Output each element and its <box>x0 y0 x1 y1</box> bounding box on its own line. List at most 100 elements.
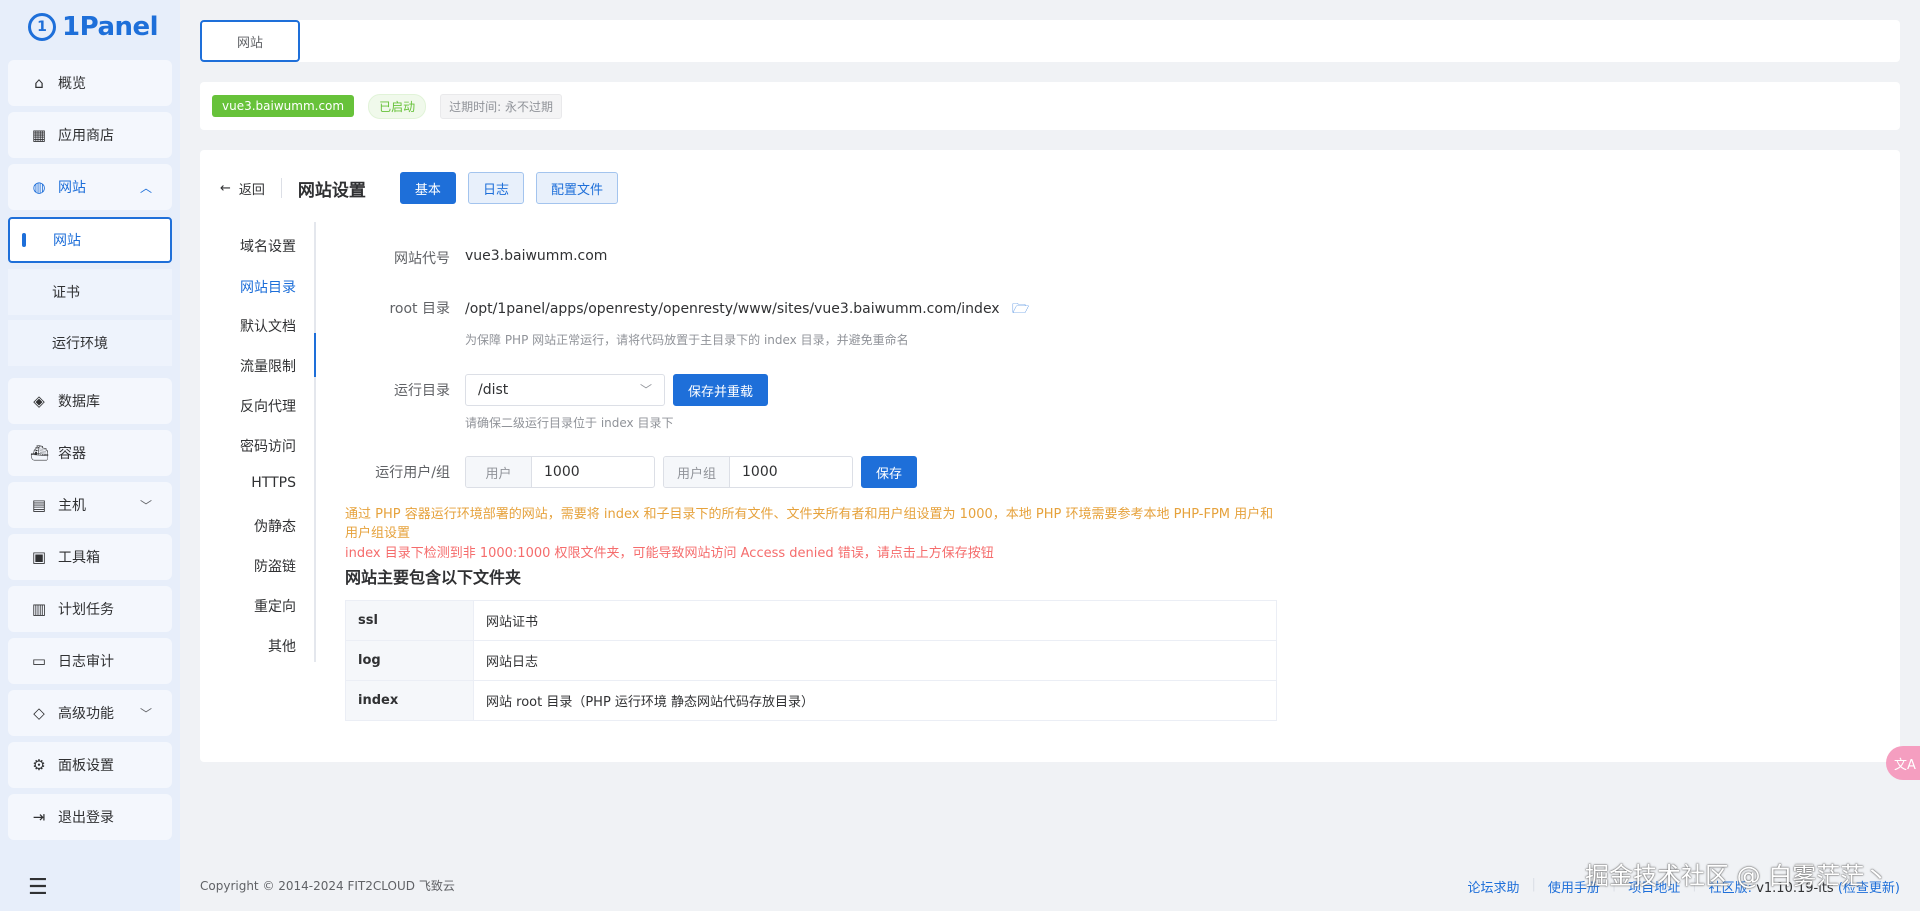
status-badge: 已启动 <box>368 93 427 119</box>
sidebar-item-label: 退出登录 <box>58 810 114 826</box>
subnav-site-directory[interactable]: 网站目录 <box>240 277 296 297</box>
group-prefix: 用户组 <box>664 457 730 487</box>
group-input[interactable]: 1000 <box>730 457 852 487</box>
forum-link[interactable]: 论坛求助 <box>1467 877 1519 896</box>
sidebar-item-label: 计划任务 <box>58 602 114 618</box>
log-icon: ▭ <box>31 652 47 670</box>
sidebar-item-logs[interactable]: ▭ 日志审计 <box>8 638 172 684</box>
sidebar-subitem-websites[interactable]: 网站 <box>8 217 172 263</box>
server-icon: ▤ <box>31 496 47 514</box>
tab-basic-button[interactable]: 基本 <box>399 172 456 204</box>
chevron-up-icon: ︿ <box>139 180 152 195</box>
sidebar-item-overview[interactable]: ⌂ 概览 <box>8 60 172 106</box>
diamond-icon: ◇ <box>33 704 45 722</box>
sidebar-item-logout[interactable]: ⇥ 退出登录 <box>8 794 172 840</box>
site-code-value: vue3.baiwumm.com <box>465 248 608 264</box>
sidebar-item-label: 容器 <box>58 446 86 462</box>
sidebar-item-label: 面板设置 <box>58 758 114 774</box>
root-dir-hint: 为保障 PHP 网站正常运行，请将代码放置于主目录下的 index 目录，并避免… <box>465 333 909 347</box>
layers-icon: ◈ <box>33 392 45 410</box>
menu-collapse-icon[interactable]: ☰ <box>28 875 48 900</box>
sidebar-subitem-label: 运行环境 <box>52 336 108 352</box>
folders-title: 网站主要包含以下文件夹 <box>345 568 522 587</box>
tab-websites[interactable]: 网站 <box>200 20 300 62</box>
back-label: 返回 <box>238 182 265 198</box>
sidebar-item-host[interactable]: ▤ 主机 ﹀ <box>8 482 172 528</box>
sidebar-item-label: 数据库 <box>58 394 100 410</box>
logo[interactable]: 1 1Panel <box>0 0 180 54</box>
table-row: index 网站 root 目录（PHP 运行环境 静态网站代码存放目录） <box>345 680 1277 721</box>
subnav-default-doc[interactable]: 默认文档 <box>240 316 296 336</box>
subnav-https[interactable]: HTTPS <box>251 475 296 495</box>
folder-desc: 网站日志 <box>473 640 1277 681</box>
run-dir-select[interactable]: /dist ﹀ <box>465 374 665 406</box>
sidebar-subitem-label: 证书 <box>52 285 80 301</box>
run-dir-label: 运行目录 <box>394 383 450 399</box>
tab-config-button[interactable]: 配置文件 <box>535 172 618 204</box>
tab-log-button[interactable]: 日志 <box>467 172 524 204</box>
back-button[interactable]: ← 返回 <box>220 178 282 198</box>
sidebar-item-containers[interactable]: ⛴ 容器 <box>8 430 172 476</box>
sidebar-subitem-certificates[interactable]: 证书 <box>8 269 172 315</box>
subnav-active-indicator <box>314 333 316 377</box>
root-dir-path: /opt/1panel/apps/openresty/openresty/www… <box>465 301 1000 317</box>
arrow-left-icon: ← <box>220 180 231 196</box>
sidebar-item-label: 工具箱 <box>58 550 100 566</box>
logo-mark: 1 <box>28 13 56 41</box>
sidebar-subitem-label: 网站 <box>53 233 81 249</box>
logo-text: 1Panel <box>62 12 159 42</box>
subnav-rate-limit[interactable]: 流量限制 <box>240 356 296 376</box>
folder-desc: 网站 root 目录（PHP 运行环境 静态网站代码存放目录） <box>473 680 1277 721</box>
home-icon: ⌂ <box>34 74 44 92</box>
copyright: Copyright © 2014-2024 FIT2CLOUD 飞致云 <box>200 879 455 893</box>
settings-panel: ← 返回 网站设置 基本 日志 配置文件 域名设置 网站目录 默认文档 流量限制… <box>200 150 1900 762</box>
folder-open-icon[interactable]: 🗁 <box>1012 301 1029 317</box>
grid-icon: ▦ <box>31 126 47 144</box>
sidebar-item-label: 网站 <box>58 180 86 196</box>
php-permission-warning: 通过 PHP 容器运行环境部署的网站，需要将 index 和子目录下的所有文件、… <box>345 507 1274 541</box>
sidebar-item-label: 高级功能 <box>58 706 114 722</box>
sidebar: 1 1Panel ⌂ 概览 ▦ 应用商店 ◍ 网站 ︿ 网站 证书 运行环境 ◈… <box>0 0 180 911</box>
folder-name: index <box>345 680 474 721</box>
sidebar-item-advanced[interactable]: ◇ 高级功能 ﹀ <box>8 690 172 736</box>
folders-table: ssl 网站证书 log 网站日志 index 网站 root 目录（PHP 运… <box>345 600 1277 721</box>
subnav-domain[interactable]: 域名设置 <box>240 236 296 256</box>
sidebar-item-settings[interactable]: ⚙ 面板设置 <box>8 742 172 788</box>
toolbox-icon: ▣ <box>31 548 47 566</box>
divider: | <box>1531 877 1536 892</box>
user-input[interactable]: 1000 <box>532 457 654 487</box>
tab-bar: 网站 <box>200 20 1900 62</box>
permission-error: index 目录下检测到非 1000:1000 权限文件夹，可能导致网站访问 A… <box>345 546 994 561</box>
sidebar-item-database[interactable]: ◈ 数据库 <box>8 378 172 424</box>
panel-header: ← 返回 网站设置 基本 日志 配置文件 <box>220 172 630 204</box>
logout-icon: ⇥ <box>32 808 46 826</box>
root-dir-label: root 目录 <box>389 301 450 317</box>
watermark: 掘金技术社区 @ 白雾茫茫丶 <box>1585 862 1889 890</box>
run-dir-hint: 请确保二级运行目录位于 index 目录下 <box>465 416 674 430</box>
save-reload-button[interactable]: 保存并重载 <box>673 374 769 406</box>
folder-name: ssl <box>345 600 474 641</box>
chevron-down-icon: ﹀ <box>639 383 652 397</box>
gear-icon: ⚙ <box>32 756 46 774</box>
subnav-hotlink[interactable]: 防盗链 <box>254 556 296 576</box>
settings-subnav: 域名设置 网站目录 默认文档 流量限制 反向代理 密码访问 HTTPS 伪静态 … <box>220 222 316 662</box>
subnav-rewrite[interactable]: 伪静态 <box>254 516 296 536</box>
sidebar-item-toolbox[interactable]: ▣ 工具箱 <box>8 534 172 580</box>
translate-float-button[interactable]: 文A <box>1886 746 1920 780</box>
group-input-group: 用户组 1000 <box>663 456 853 488</box>
subnav-reverse-proxy[interactable]: 反向代理 <box>240 396 296 416</box>
sidebar-item-label: 应用商店 <box>58 128 114 144</box>
user-prefix: 用户 <box>466 457 532 487</box>
globe-icon: ◍ <box>32 178 46 196</box>
save-button[interactable]: 保存 <box>861 456 918 488</box>
subnav-password-access[interactable]: 密码访问 <box>240 436 296 456</box>
folder-desc: 网站证书 <box>473 600 1277 641</box>
subnav-other[interactable]: 其他 <box>268 636 296 656</box>
run-user-label: 运行用户/组 <box>375 465 450 481</box>
sidebar-item-app-store[interactable]: ▦ 应用商店 <box>8 112 172 158</box>
chevron-down-icon: ﹀ <box>139 498 152 513</box>
sidebar-item-cron[interactable]: ▥ 计划任务 <box>8 586 172 632</box>
sidebar-subitem-runtime[interactable]: 运行环境 <box>8 320 172 366</box>
sidebar-item-websites[interactable]: ◍ 网站 ︿ <box>8 164 172 210</box>
subnav-redirect[interactable]: 重定向 <box>254 596 296 616</box>
